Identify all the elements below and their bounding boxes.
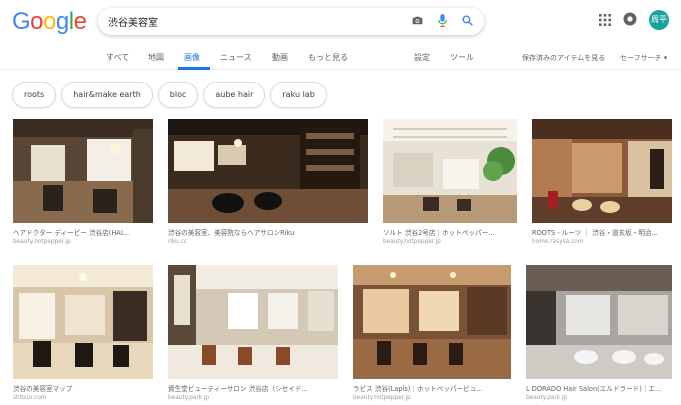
image-result[interactable]: ラピス 渋谷(Lapis)｜ホットペッパービュ... beauty.hotpep… [353,265,511,405]
tab-all[interactable]: すべて [106,52,129,63]
result-site: beauty.park.jp [526,395,568,401]
logo-letter: G [12,8,31,35]
header: Google 渋谷美容室 周平 [0,0,681,44]
avatar[interactable]: 周平 [649,10,669,30]
chip-aube-hair[interactable]: aube hair [203,82,266,108]
result-title[interactable]: 資生堂ビューティーサロン 渋谷店（シセイド... [168,383,338,393]
search-input[interactable] [108,8,398,35]
result-title[interactable]: ソルト 渋谷2号店｜ホットペッパー... [383,227,517,237]
image-result[interactable]: 渋谷の美容室、美容院ならヘアサロンRiku riku.cc [168,119,368,255]
result-title[interactable]: L DORADO Hair Salon(エルドラード)｜エ... [526,383,672,393]
account-area: 周平 [599,10,669,30]
result-site: beauty.hotpepper.jp [353,395,411,401]
result-site: riku.cc [168,239,188,245]
result-thumbnail[interactable] [13,119,153,223]
notifications-icon[interactable] [623,11,637,30]
tab-tools[interactable]: ツール [450,52,474,63]
google-logo[interactable]: Google [12,8,87,35]
tab-maps[interactable]: 地図 [148,52,164,63]
result-site: beauty.hotpepper.jp [383,239,441,245]
search-box [98,8,484,35]
chip-raku-lab[interactable]: raku lab [270,82,327,108]
chip-hair-make-earth[interactable]: hair&make earth [61,82,153,108]
result-thumbnail[interactable] [168,119,368,223]
camera-icon[interactable] [411,14,424,27]
tab-news[interactable]: ニュース [220,52,252,63]
result-site: shibuu.com [13,395,47,401]
result-thumbnail[interactable] [353,265,511,379]
logo-letter: e [73,8,87,35]
result-thumbnail[interactable] [526,265,672,379]
image-result[interactable]: ROOTS - ルーツ ｜ 渋谷・道玄坂・明治... home.rasysa.c… [532,119,672,255]
saved-items-link[interactable]: 保存済みのアイテムを見る [522,53,605,63]
result-site: beauty.park.jp [168,395,210,401]
related-chips: roots hair&make earth bloc aube hair rak… [12,82,327,108]
result-thumbnail[interactable] [168,265,338,379]
tab-settings[interactable]: 設定 [414,52,430,63]
image-result[interactable]: L DORADO Hair Salon(エルドラード)｜エ... beauty.… [526,265,672,405]
result-title[interactable]: ROOTS - ルーツ ｜ 渋谷・道玄坂・明治... [532,227,672,237]
tab-more[interactable]: もっと見る [308,52,348,63]
logo-letter: g [55,8,69,35]
image-result[interactable]: ヘアドクター ディーピー 渋谷店(HAI... beauty.hotpepper… [13,119,153,255]
result-thumbnail[interactable] [532,119,672,223]
image-result[interactable]: 渋谷の美容室マップ shibuu.com [13,265,153,405]
safesearch-dropdown[interactable]: セーフサーチ ▾ [620,53,667,63]
search-tabs: すべて 地図 画像 ニュース 動画 もっと見る 設定 ツール 保存済みのアイテム… [0,44,681,70]
result-thumbnail[interactable] [383,119,517,223]
apps-grid-icon[interactable] [599,11,611,30]
image-result[interactable]: 資生堂ビューティーサロン 渋谷店（シセイド... beauty.park.jp [168,265,338,405]
search-icon[interactable] [461,14,474,27]
result-site: beauty.hotpepper.jp [13,239,71,245]
chip-roots[interactable]: roots [12,82,57,108]
tab-images[interactable]: 画像 [184,52,200,63]
microphone-icon[interactable] [436,13,449,28]
image-result[interactable]: ソルト 渋谷2号店｜ホットペッパー... beauty.hotpepper.jp [383,119,517,255]
logo-letter: o [43,8,56,35]
search-icons [411,13,474,28]
result-title[interactable]: ラピス 渋谷(Lapis)｜ホットペッパービュ... [353,383,511,393]
chip-bloc[interactable]: bloc [157,82,199,108]
result-thumbnail[interactable] [13,265,153,379]
result-title[interactable]: 渋谷の美容室マップ [13,383,153,393]
active-tab-indicator [178,67,210,70]
logo-letter: o [30,8,44,35]
result-site: home.rasysa.com [532,239,584,245]
result-title[interactable]: 渋谷の美容室、美容院ならヘアサロンRiku [168,227,368,237]
result-title[interactable]: ヘアドクター ディーピー 渋谷店(HAI... [13,227,153,237]
tab-videos[interactable]: 動画 [272,52,288,63]
